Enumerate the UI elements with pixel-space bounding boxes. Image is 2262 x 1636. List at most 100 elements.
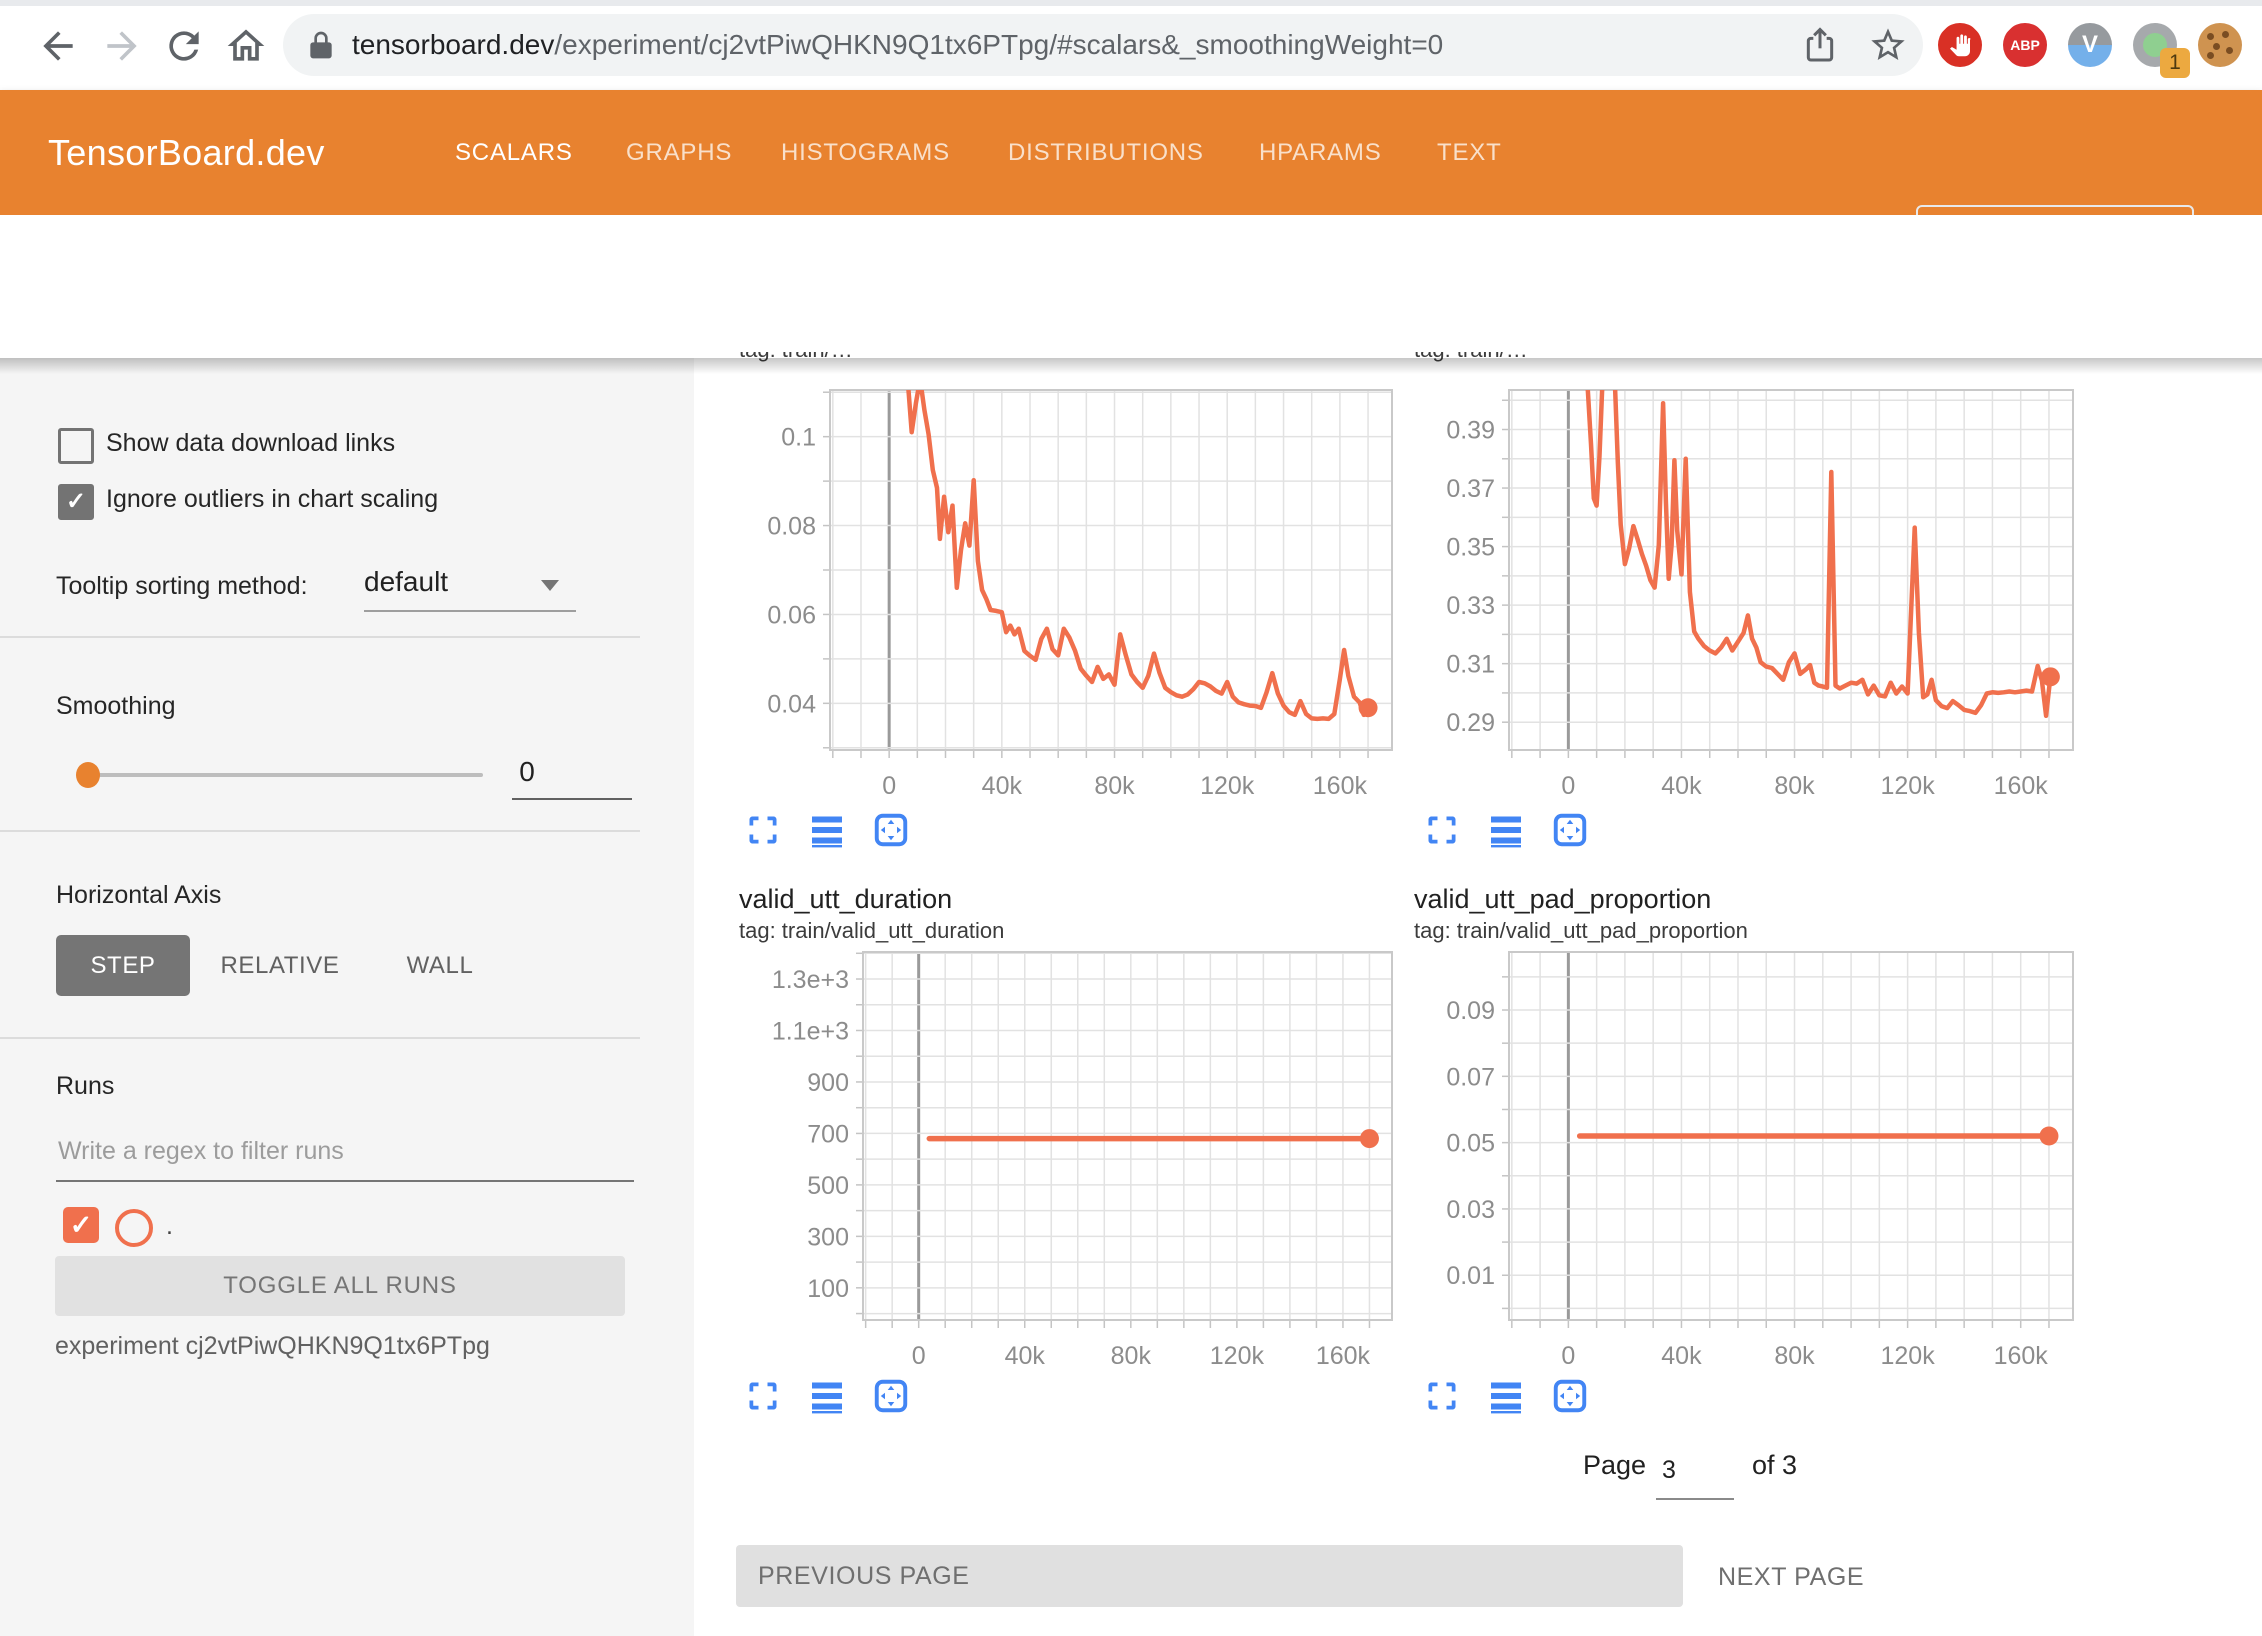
fullscreen-icon[interactable]	[745, 812, 781, 848]
settings-sidebar	[0, 358, 696, 1636]
svg-text:700: 700	[807, 1120, 849, 1148]
fit-domain-icon[interactable]	[873, 812, 909, 848]
share-icon[interactable]	[1800, 25, 1840, 65]
axis-relative-button[interactable]: RELATIVE	[200, 935, 360, 996]
ignore-outliers-label: Ignore outliers in chart scaling	[106, 485, 438, 514]
smoothing-slider-knob[interactable]	[76, 762, 100, 788]
svg-text:0.37: 0.37	[1446, 475, 1495, 503]
run-checkbox[interactable]	[63, 1207, 99, 1243]
adblock-extension-icon[interactable]	[1938, 23, 1982, 67]
top-right-chart-clipped-tag: tag: train/…	[1414, 352, 1884, 372]
previous-page-button[interactable]: PREVIOUS PAGE	[736, 1545, 1683, 1607]
svg-text:0.01: 0.01	[1446, 1262, 1495, 1290]
flush-y-axis-icon[interactable]	[1488, 1378, 1524, 1414]
browser-toolbar: tensorboard.dev/experiment/cj2vtPiwQHKN9…	[0, 0, 2262, 92]
vimium-extension-icon[interactable]: V	[2068, 23, 2112, 67]
experiment-label: experiment cj2vtPiwQHKN9Q1tx6PTpg	[55, 1332, 490, 1361]
svg-text:0.33: 0.33	[1446, 592, 1495, 620]
svg-text:120k: 120k	[1881, 1342, 1936, 1370]
cookie-extension-icon[interactable]	[2198, 23, 2242, 67]
chart-title-valid-utt-pad-proportion: valid_utt_pad_proportion	[1414, 884, 1711, 915]
smoothing-label: Smoothing	[56, 692, 176, 721]
flush-y-axis-icon[interactable]	[809, 812, 845, 848]
svg-text:0.29: 0.29	[1446, 709, 1495, 737]
svg-text:0.1: 0.1	[781, 424, 816, 452]
scalar-chart-c1[interactable]: 0.10.080.060.04040k80k120k160k	[715, 378, 1410, 808]
svg-text:1.3e+3: 1.3e+3	[772, 966, 849, 994]
axis-wall-button[interactable]: WALL	[380, 935, 500, 996]
tooltip-sorting-select[interactable]: default	[364, 566, 448, 598]
svg-text:120k: 120k	[1210, 1342, 1265, 1370]
run-color-swatch	[115, 1209, 153, 1247]
svg-text:160k: 160k	[1994, 1342, 2049, 1370]
top-left-chart-clipped-tag: tag: train/…	[739, 352, 1209, 372]
fullscreen-icon[interactable]	[1424, 812, 1460, 848]
lock-icon	[305, 29, 337, 61]
svg-text:160k: 160k	[1316, 1342, 1371, 1370]
svg-text:0.39: 0.39	[1446, 417, 1495, 445]
svg-text:0.04: 0.04	[767, 690, 816, 718]
page-root: tensorboard.dev/experiment/cj2vtPiwQHKN9…	[0, 0, 2262, 1636]
svg-text:0.35: 0.35	[1446, 534, 1495, 562]
svg-text:100: 100	[807, 1275, 849, 1303]
svg-text:500: 500	[807, 1172, 849, 1200]
svg-text:0: 0	[882, 772, 896, 800]
horizontal-axis-label: Horizontal Axis	[56, 881, 221, 910]
pagination-label: Page	[1583, 1450, 1646, 1481]
svg-text:40k: 40k	[1005, 1342, 1046, 1370]
flush-y-axis-icon[interactable]	[1488, 812, 1524, 848]
bookmark-star-icon[interactable]	[1868, 25, 1908, 65]
smoothing-value-input[interactable]	[480, 755, 574, 789]
smoothing-slider[interactable]	[79, 773, 483, 777]
ignore-outliers-checkbox[interactable]	[58, 484, 94, 520]
chart-toolbar	[745, 812, 909, 848]
show-download-links-label: Show data download links	[106, 429, 395, 458]
page-number-input[interactable]	[1660, 1455, 1724, 1486]
fullscreen-icon[interactable]	[1424, 1378, 1460, 1414]
show-download-links-checkbox[interactable]	[58, 428, 94, 464]
runs-filter-input[interactable]	[56, 1136, 620, 1167]
svg-text:0: 0	[1561, 772, 1575, 800]
smoothing-value-underline	[512, 798, 632, 800]
scalar-chart-c4[interactable]: 0.090.070.050.030.01040k80k120k160k	[1394, 940, 2091, 1378]
fit-domain-icon[interactable]	[873, 1378, 909, 1414]
reload-icon[interactable]	[162, 24, 206, 68]
fit-domain-icon[interactable]	[1552, 812, 1588, 848]
forward-icon[interactable]	[100, 24, 144, 68]
svg-text:80k: 80k	[1094, 772, 1135, 800]
flush-y-axis-icon[interactable]	[809, 1378, 845, 1414]
sidebar-divider	[0, 636, 640, 638]
axis-step-button[interactable]: STEP	[56, 935, 190, 996]
svg-text:300: 300	[807, 1223, 849, 1251]
tab-distributions[interactable]: DISTRIBUTIONS	[1008, 90, 1204, 215]
home-icon[interactable]	[224, 24, 268, 68]
fullscreen-icon[interactable]	[745, 1378, 781, 1414]
chart-toolbar	[745, 1378, 909, 1414]
svg-text:900: 900	[807, 1069, 849, 1097]
page-number-underline	[1656, 1498, 1734, 1500]
url-text[interactable]: tensorboard.dev/experiment/cj2vtPiwQHKN9…	[352, 0, 1443, 90]
svg-text:40k: 40k	[1661, 1342, 1702, 1370]
svg-text:80k: 80k	[1774, 1342, 1815, 1370]
tab-histograms[interactable]: HISTOGRAMS	[781, 90, 950, 215]
svg-text:1.1e+3: 1.1e+3	[772, 1017, 849, 1045]
chevron-down-icon[interactable]	[541, 580, 559, 591]
abp-extension-icon[interactable]: ABP	[2003, 23, 2047, 67]
fit-domain-icon[interactable]	[1552, 1378, 1588, 1414]
scalar-chart-c2[interactable]: 0.390.370.350.330.310.29040k80k120k160k	[1394, 378, 2091, 808]
svg-text:0: 0	[912, 1342, 926, 1370]
tensorboard-header: TensorBoard.dev SCALARS GRAPHS HISTOGRAM…	[0, 90, 2262, 215]
svg-text:0.08: 0.08	[767, 513, 816, 541]
tab-hparams[interactable]: HPARAMS	[1259, 90, 1382, 215]
tab-text[interactable]: TEXT	[1437, 90, 1502, 215]
next-page-button[interactable]: NEXT PAGE	[1712, 1545, 1870, 1607]
back-icon[interactable]	[36, 24, 80, 68]
tab-graphs[interactable]: GRAPHS	[626, 90, 732, 215]
sidebar-divider	[0, 1037, 640, 1039]
svg-text:80k: 80k	[1774, 772, 1815, 800]
toggle-all-runs-button[interactable]: TOGGLE ALL RUNS	[55, 1256, 625, 1316]
scalar-chart-c3[interactable]: 1.3e+31.1e+3900700500300100040k80k120k16…	[748, 940, 1410, 1378]
subheader-band: Crea LSTM transducer training for LibriS…	[0, 215, 2262, 358]
url-path: /experiment/cj2vtPiwQHKN9Q1tx6PTpg/#scal…	[554, 29, 1443, 60]
tab-scalars[interactable]: SCALARS	[455, 90, 573, 215]
